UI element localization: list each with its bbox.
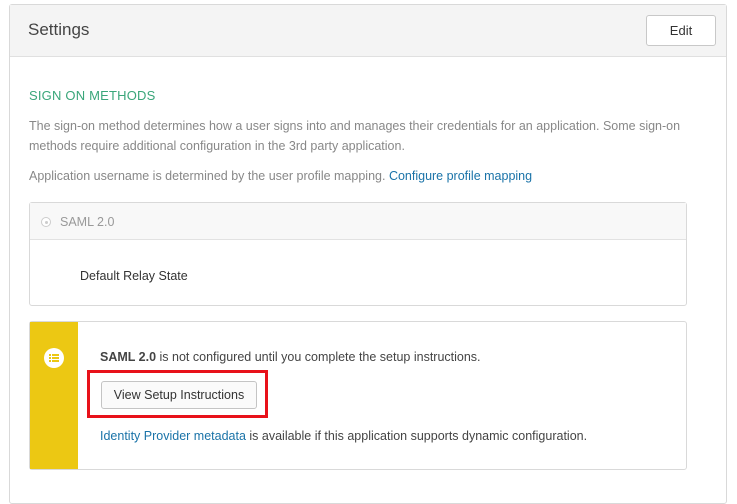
saml-method-header[interactable]: SAML 2.0 <box>30 203 686 240</box>
username-text: Application username is determined by th… <box>29 169 386 183</box>
panel-header: Settings Edit <box>10 5 726 57</box>
username-description: Application username is determined by th… <box>29 166 694 186</box>
list-icon <box>44 348 64 368</box>
default-relay-state-label: Default Relay State <box>80 269 188 283</box>
sign-on-description: The sign-on method determines how a user… <box>29 119 681 153</box>
metadata-note-text: is available if this application support… <box>245 429 588 443</box>
notice-message-text: is not configured until you complete the… <box>156 350 481 364</box>
saml-method-label: SAML 2.0 <box>60 215 115 229</box>
saml-method-box: SAML 2.0 Default Relay State <box>29 202 687 306</box>
edit-button[interactable]: Edit <box>646 15 716 46</box>
section-title: SIGN ON METHODS <box>29 88 156 103</box>
identity-provider-metadata-link[interactable]: Identity Provider metadata <box>100 429 246 443</box>
notice-stripe <box>30 322 78 469</box>
panel-title: Settings <box>28 20 90 39</box>
notice-message: SAML 2.0 is not configured until you com… <box>100 350 481 364</box>
metadata-note: Identity Provider metadata is available … <box>100 429 587 443</box>
saml-radio-icon[interactable] <box>41 217 51 227</box>
view-setup-instructions-button[interactable]: View Setup Instructions <box>101 381 257 409</box>
setup-notice: SAML 2.0 is not configured until you com… <box>29 321 687 470</box>
configure-profile-mapping-link[interactable]: Configure profile mapping <box>389 169 532 183</box>
notice-protocol: SAML 2.0 <box>100 350 157 364</box>
